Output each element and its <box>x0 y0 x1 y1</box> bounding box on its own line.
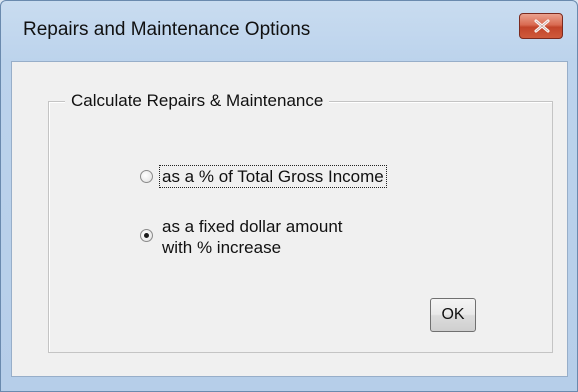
title-bar: Repairs and Maintenance Options <box>1 1 577 61</box>
option-percent-of-income[interactable]: as a % of Total Gross Income <box>140 165 387 188</box>
group-box-legend: Calculate Repairs & Maintenance <box>65 91 330 111</box>
option-fixed-dollar-label[interactable]: as a fixed dollar amount with % increase <box>153 216 343 258</box>
radio-fixed-dollar[interactable] <box>140 229 153 242</box>
option-percent-of-income-label[interactable]: as a % of Total Gross Income <box>159 165 387 188</box>
radio-percent-of-income[interactable] <box>140 170 153 183</box>
option-fixed-dollar[interactable]: as a fixed dollar amount with % increase <box>140 216 343 258</box>
close-icon <box>534 19 550 33</box>
dialog-client-area: Calculate Repairs & Maintenance as a % o… <box>11 61 568 377</box>
option-fixed-dollar-label-line2: with % increase <box>162 238 282 257</box>
ok-button[interactable]: OK <box>430 298 476 332</box>
radio-selected-dot <box>144 233 149 238</box>
calculate-group-box: Calculate Repairs & Maintenance as a % o… <box>48 91 553 353</box>
dialog-window: Repairs and Maintenance Options Calculat… <box>0 0 578 392</box>
close-button[interactable] <box>519 13 563 39</box>
option-fixed-dollar-label-line1: as a fixed dollar amount <box>162 217 343 236</box>
window-title: Repairs and Maintenance Options <box>23 19 311 40</box>
